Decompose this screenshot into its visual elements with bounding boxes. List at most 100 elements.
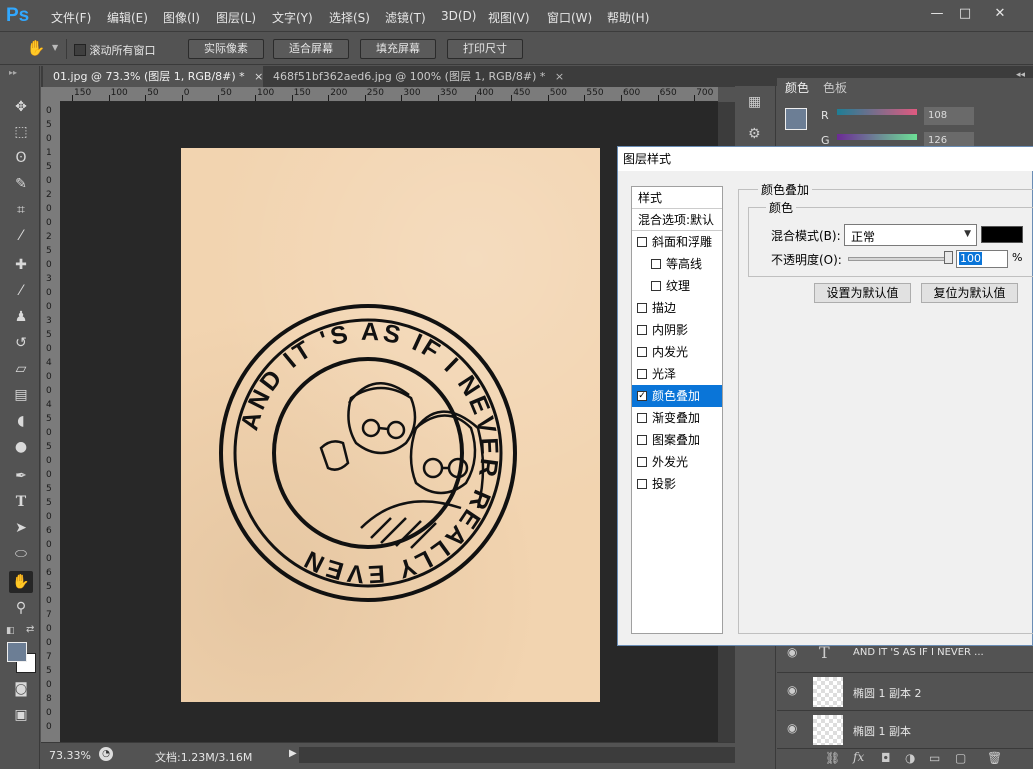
horizontal-ruler[interactable]: 150 100 50 0 50 100 150 200 250 300 350 400 450 500 55… [60, 87, 718, 102]
blending-options-item[interactable]: 混合选项:默认 [632, 209, 722, 231]
opacity-slider-thumb[interactable] [944, 251, 953, 264]
effect-checkbox[interactable] [637, 413, 647, 423]
zoom-level[interactable]: 73.33% [49, 749, 91, 762]
menu-image[interactable]: 图像(I) [163, 9, 200, 26]
reset-default-button[interactable]: 复位为默认值 [921, 283, 1018, 303]
move-tool-icon[interactable]: ✥ [9, 96, 33, 118]
effect-checkbox[interactable]: ✓ [637, 391, 647, 401]
fit-screen-button[interactable]: 适合屏幕 [273, 39, 349, 59]
layer-row[interactable]: ◉ 椭圆 1 副本 [777, 710, 1033, 748]
effect-item[interactable]: 描边 [632, 297, 722, 319]
quick-select-tool-icon[interactable]: ✎ [9, 173, 33, 195]
status-menu-arrow-icon[interactable]: ▶ [289, 748, 297, 759]
effect-checkbox[interactable] [637, 237, 647, 247]
opacity-input[interactable]: 100 [956, 250, 1008, 268]
layer-row[interactable]: ◉ 椭圆 1 副本 2 [777, 672, 1033, 710]
effect-checkbox[interactable] [637, 303, 647, 313]
dodge-tool-icon[interactable]: ● [9, 436, 33, 458]
effect-item[interactable]: ✓ 颜色叠加 [632, 385, 722, 407]
effect-item[interactable]: 光泽 [632, 363, 722, 385]
marquee-tool-icon[interactable]: ⬚ [9, 121, 33, 143]
quick-mask-icon[interactable]: ◙ [9, 678, 33, 700]
effect-item[interactable]: 图案叠加 [632, 429, 722, 451]
new-group-icon[interactable]: ▭ [929, 751, 940, 765]
brush-tool-icon[interactable]: ⁄ [9, 280, 33, 302]
horizontal-scrollbar[interactable] [299, 747, 735, 763]
path-select-tool-icon[interactable]: ➤ [9, 517, 33, 539]
gradient-tool-icon[interactable]: ▤ [9, 384, 33, 406]
effect-checkbox[interactable] [637, 369, 647, 379]
effect-checkbox[interactable] [637, 435, 647, 445]
lasso-tool-icon[interactable]: ʘ [9, 147, 33, 169]
tab-document-1[interactable]: 01.jpg @ 73.3% (图层 1, RGB/8#) * × [43, 66, 263, 87]
close-tab-icon[interactable]: × [555, 70, 564, 83]
ellipse-tool-icon[interactable]: ⬭ [9, 543, 33, 565]
tab-document-2[interactable]: 468f51bf362aed6.jpg @ 100% (图层 1, RGB/8#… [263, 66, 564, 87]
chevron-down-icon[interactable]: ▼ [52, 43, 58, 52]
effect-item[interactable]: 内发光 [632, 341, 722, 363]
history-panel-icon[interactable]: ▦ [748, 94, 761, 110]
foreground-color-swatch[interactable] [7, 642, 27, 662]
fill-screen-button[interactable]: 填充屏幕 [360, 39, 436, 59]
crop-tool-icon[interactable]: ⌗ [9, 199, 33, 221]
effect-item[interactable]: 投影 [632, 473, 722, 495]
channel-r-input[interactable]: 108 [924, 107, 974, 125]
eyedropper-tool-icon[interactable]: ⁄ [9, 225, 33, 247]
dialog-title[interactable]: 图层样式 [618, 147, 1033, 171]
fx-icon[interactable]: fx [853, 750, 864, 764]
share-icon[interactable]: ◔ [99, 747, 113, 761]
tab-swatches[interactable]: 色板 [817, 78, 853, 98]
ruler-corner[interactable] [41, 87, 60, 102]
swap-colors-icon[interactable]: ⇄ [26, 624, 34, 635]
zoom-tool-icon[interactable]: ⚲ [9, 597, 33, 619]
visibility-eye-icon[interactable]: ◉ [787, 683, 797, 697]
visibility-eye-icon[interactable]: ◉ [787, 721, 797, 735]
opacity-slider-track[interactable] [848, 257, 948, 261]
type-tool-icon[interactable]: T [9, 491, 33, 513]
menu-edit[interactable]: 编辑(E) [107, 9, 148, 26]
effect-checkbox[interactable] [651, 259, 661, 269]
effect-checkbox[interactable] [637, 347, 647, 357]
menu-select[interactable]: 选择(S) [329, 9, 370, 26]
history-brush-tool-icon[interactable]: ↺ [9, 332, 33, 354]
tab-color[interactable]: 颜色 [779, 78, 816, 98]
adjustment-layer-icon[interactable]: ◑ [905, 751, 915, 765]
checkbox-icon[interactable] [74, 44, 86, 56]
delete-layer-icon[interactable]: 🗑 [987, 751, 1002, 765]
menu-layer[interactable]: 图层(L) [216, 9, 256, 26]
menu-window[interactable]: 窗口(W) [547, 9, 592, 26]
close-window-button[interactable]: ✕ [980, 4, 1020, 24]
healing-brush-tool-icon[interactable]: ✚ [9, 254, 33, 276]
effect-item[interactable]: 外发光 [632, 451, 722, 473]
collapse-icon[interactable]: ▸▸ [9, 68, 17, 77]
menu-help[interactable]: 帮助(H) [607, 9, 649, 26]
effect-item[interactable]: 等高线 [632, 253, 722, 275]
menu-view[interactable]: 视图(V) [488, 9, 530, 26]
actual-pixels-button[interactable]: 实际像素 [188, 39, 264, 59]
effect-checkbox[interactable] [637, 457, 647, 467]
panel-foreground-swatch[interactable] [785, 108, 807, 130]
properties-panel-icon[interactable]: ⚙ [748, 126, 761, 142]
new-layer-icon[interactable]: ▢ [955, 751, 966, 765]
screen-mode-icon[interactable]: ▣ [9, 704, 33, 726]
overlay-color-swatch[interactable] [981, 226, 1023, 243]
document-canvas[interactable]: AND IT 'S AS IF I NEVER REALLY EVEN [181, 148, 600, 702]
effect-checkbox[interactable] [651, 281, 661, 291]
vertical-ruler[interactable]: 0 5 0 1 5 0 2 0 0 2 5 0 3 0 0 3 5 0 4 0 0 4 5 0 5 0 0 5 5 0 6 0 0 6 5 0 7 0 0 7… [41, 102, 60, 742]
hand-tool-preset-icon[interactable]: ✋ [26, 39, 46, 59]
effect-item[interactable]: 渐变叠加 [632, 407, 722, 429]
hand-tool-icon[interactable]: ✋ [9, 571, 33, 593]
effect-checkbox[interactable] [637, 325, 647, 335]
maximize-button[interactable]: □ [952, 4, 978, 24]
menu-3d[interactable]: 3D(D) [441, 9, 476, 23]
close-tab-icon[interactable]: × [254, 70, 263, 83]
blur-tool-icon[interactable]: ◖ [9, 410, 33, 432]
effect-item[interactable]: 斜面和浮雕 [632, 231, 722, 253]
eraser-tool-icon[interactable]: ▱ [9, 358, 33, 380]
channel-r-slider[interactable] [837, 109, 917, 115]
list-header-styles[interactable]: 样式 [632, 187, 722, 209]
menu-file[interactable]: 文件(F) [51, 9, 91, 26]
menu-type[interactable]: 文字(Y) [272, 9, 313, 26]
clone-stamp-tool-icon[interactable]: ♟ [9, 306, 33, 328]
effect-item[interactable]: 内阴影 [632, 319, 722, 341]
